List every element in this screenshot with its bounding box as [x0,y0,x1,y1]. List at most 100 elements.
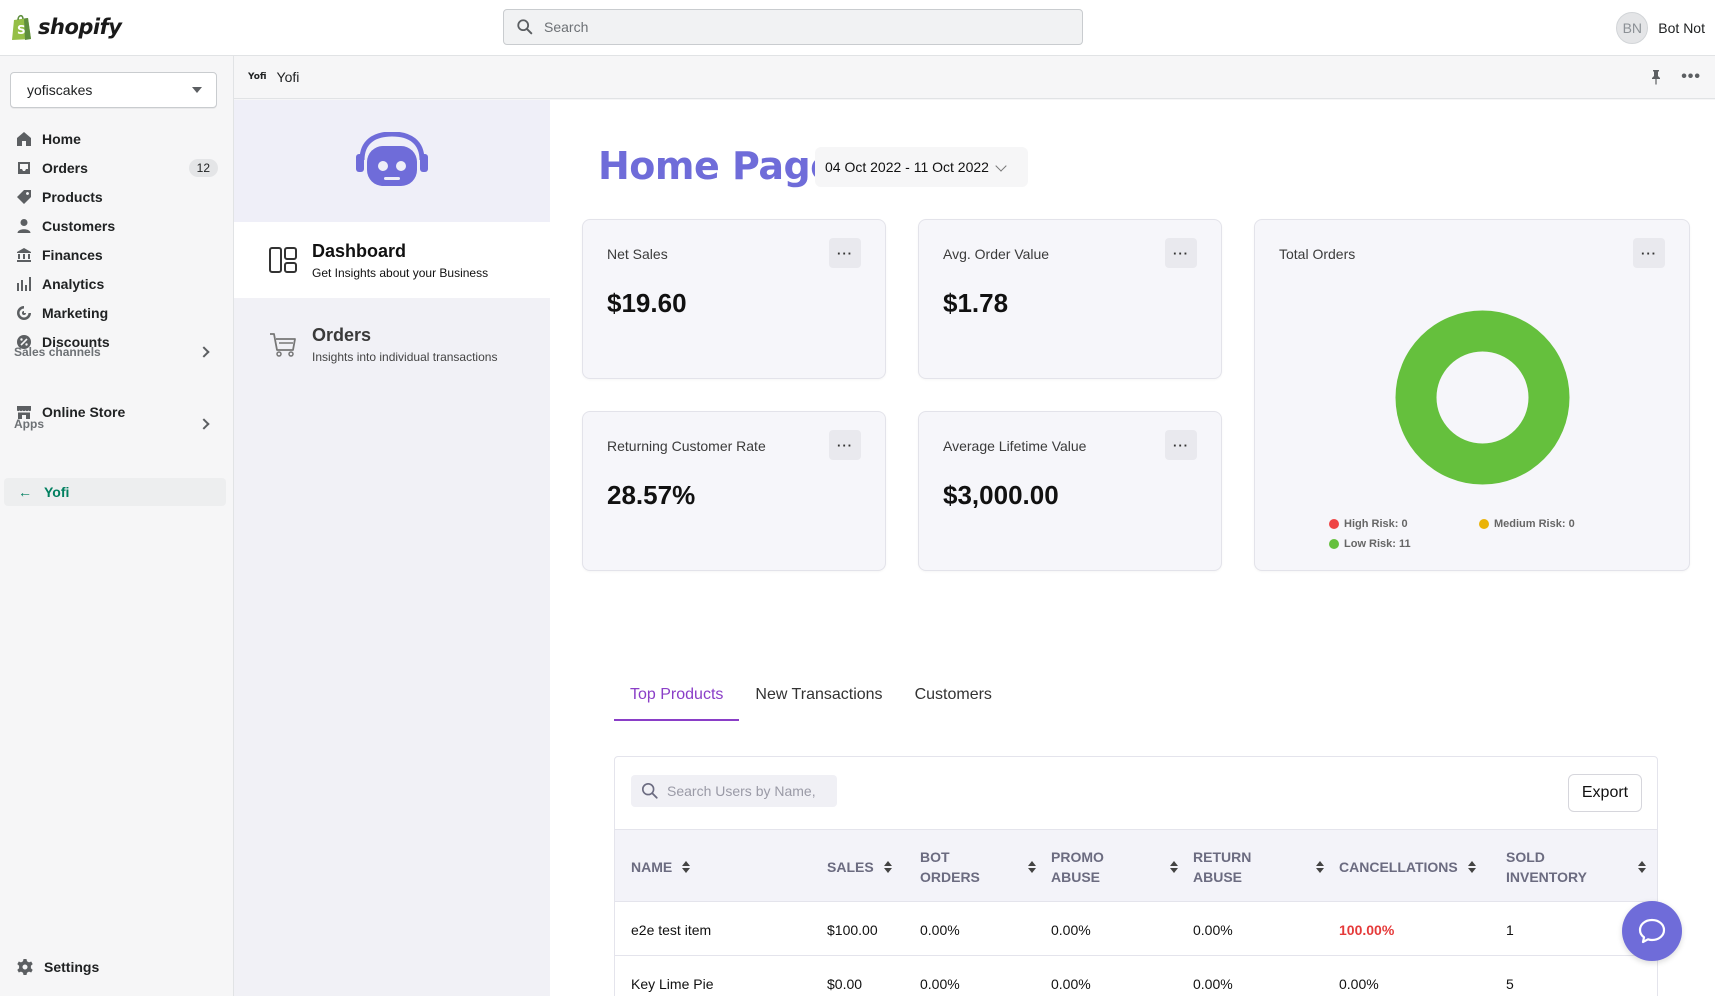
more-options-button[interactable]: ··· [1633,238,1665,268]
sidebar-item-orders[interactable]: Orders 12 [0,153,234,182]
chat-bubble-icon [1638,918,1666,944]
sidebar: yofiscakes Home Orders 12 Products Custo… [0,56,234,996]
table-row[interactable]: e2e test item $100.00 0.00% 0.00% 0.00% … [615,903,1657,956]
top-products-table: Export NAME SALES BOT ORDERS PROMO ABUSE R… [614,756,1658,996]
app-nav-orders[interactable]: Orders Insights into individual transact… [234,306,550,382]
column-header-name[interactable]: NAME [631,830,691,903]
avg-order-value-card: Avg. Order Value $1.78 ··· [918,219,1222,379]
sort-icon[interactable] [1638,860,1646,873]
cell-cancellations: 100.00% [1339,921,1395,938]
sidebar-item-settings[interactable]: Settings [16,958,99,976]
search-input[interactable] [544,19,1044,35]
sidebar-nav: Home Orders 12 Products Customers Financ… [0,124,234,356]
gear-icon [17,959,33,975]
pin-icon[interactable] [1649,69,1663,85]
cell-return-abuse: 0.00% [1193,975,1233,992]
column-label: SALES [827,858,874,875]
more-options-button[interactable]: ··· [829,430,861,460]
column-header-return-abuse[interactable]: RETURN ABUSE [1193,830,1251,903]
total-orders-card: Total Orders ··· High Risk: 0 Medium Ris… [1254,219,1690,571]
chevron-right-icon[interactable] [198,418,210,430]
sort-icon[interactable] [1316,860,1324,873]
robot-logo-icon [356,132,428,186]
donut-slice-low-risk[interactable] [1395,310,1570,485]
column-header-promo-abuse[interactable]: PROMO ABUSE [1051,830,1104,903]
cell-bot-orders: 0.00% [920,921,960,938]
orders-icon [18,161,30,174]
chat-button[interactable] [1622,901,1682,961]
table-row[interactable]: Key Lime Pie $0.00 0.00% 0.00% 0.00% 0.0… [615,957,1657,996]
sort-icon[interactable] [1028,860,1036,873]
sidebar-item-marketing[interactable]: Marketing [0,298,234,327]
sidebar-item-finances[interactable]: Finances [0,240,234,269]
sort-icon[interactable] [1170,860,1178,873]
cell-cancellations: 0.00% [1339,975,1379,992]
cell-return-abuse: 0.00% [1193,921,1233,938]
store-selector[interactable]: yofiscakes [10,72,217,108]
app-logo-area [234,100,550,222]
column-label: NAME [631,858,673,875]
svg-text:S: S [17,23,26,37]
column-label-line: BOT [920,848,950,865]
column-label: BOT ORDERS [920,847,980,887]
date-range-value: 04 Oct 2022 - 11 Oct 2022 [825,159,989,175]
more-options-button[interactable]: ··· [1165,430,1197,460]
legend-medium-risk: Medium Risk: 0 [1479,518,1575,530]
chevron-right-icon[interactable] [198,346,210,358]
tab-new-transactions[interactable]: New Transactions [739,675,898,721]
brand-name: shopify [38,15,122,39]
sidebar-item-yofi[interactable]: ← Yofi [4,478,226,506]
app-nav-dashboard[interactable]: Dashboard Get Insights about your Busine… [234,222,550,298]
app-title: Yofi [276,69,300,85]
global-search[interactable] [503,9,1083,45]
column-header-cancellations[interactable]: CANCELLATIONS [1339,830,1476,903]
sort-return-abuse[interactable] [1306,830,1324,903]
sort-promo-abuse[interactable] [1160,830,1178,903]
sidebar-item-home[interactable]: Home [0,124,234,153]
search-icon [641,782,658,799]
apps-header[interactable]: Apps [14,417,214,431]
sidebar-item-products[interactable]: Products [0,182,234,211]
sidebar-item-label: Home [42,130,81,147]
tab-top-products[interactable]: Top Products [614,675,740,721]
card-value: 28.57% [607,480,696,510]
sort-icon[interactable] [1467,860,1476,873]
export-button[interactable]: Export [1568,774,1642,812]
home-icon [17,131,31,146]
sort-sold-inventory[interactable] [1628,830,1646,903]
sidebar-item-analytics[interactable]: Analytics [0,269,234,298]
sort-icon[interactable] [883,860,892,873]
legend-label: High Risk: 0 [1344,518,1408,530]
column-label: RETURN ABUSE [1193,847,1251,887]
more-horizontal-icon[interactable]: ••• [1681,68,1701,86]
shopify-logo[interactable]: S shopify [10,13,122,41]
user-name[interactable]: Bot Not [1658,20,1705,36]
tag-icon [17,189,31,204]
card-label: Returning Customer Rate [607,438,766,454]
sidebar-item-customers[interactable]: Customers [0,211,234,240]
donut-svg [1395,310,1570,485]
header-actions: ••• [1649,68,1701,86]
cell-bot-orders: 0.00% [920,975,960,992]
more-options-button[interactable]: ··· [829,238,861,268]
sort-icon[interactable] [682,860,691,873]
sort-bot-orders[interactable] [1018,830,1036,903]
column-header-sales[interactable]: SALES [827,830,892,903]
settings-label: Settings [44,959,100,975]
cell-promo-abuse: 0.00% [1051,921,1091,938]
column-header-sold-inventory[interactable]: SOLD INVENTORY [1506,830,1587,903]
user-menu[interactable]: BN Bot Not [1616,12,1705,44]
column-label-line: RETURN [1193,848,1252,865]
legend-dot [1479,519,1489,529]
card-value: $3,000.00 [943,480,1059,510]
legend-label: Low Risk: 11 [1344,538,1411,550]
table-search-input[interactable] [667,783,837,799]
legend-low-risk: Low Risk: 11 [1329,538,1411,550]
date-range-picker[interactable]: 04 Oct 2022 - 11 Oct 2022 [815,147,1028,187]
sales-channels-header[interactable]: Sales channels [14,345,214,359]
table-search[interactable] [631,775,837,807]
more-options-button[interactable]: ··· [1165,238,1197,268]
tab-customers[interactable]: Customers [899,675,1008,721]
avatar[interactable]: BN [1616,12,1649,44]
column-header-bot-orders[interactable]: BOT ORDERS [920,830,980,903]
